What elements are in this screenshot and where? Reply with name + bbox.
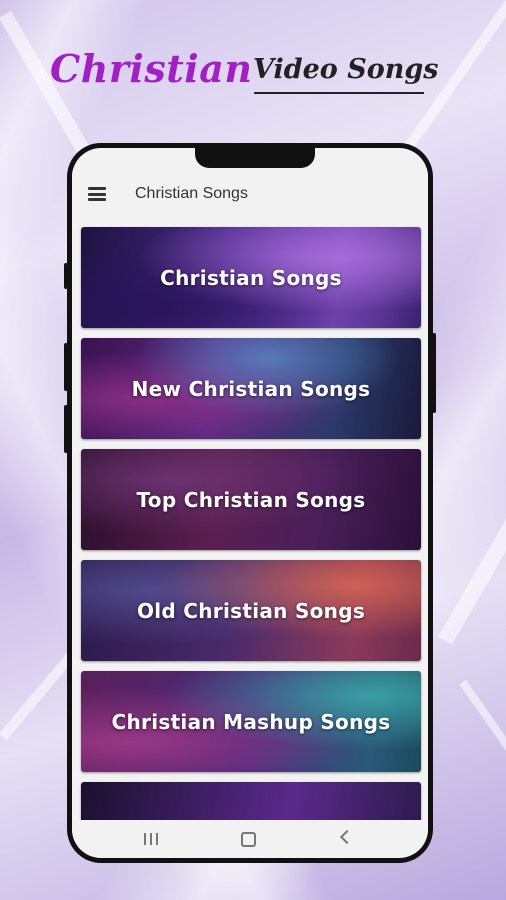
category-card-label: Christian Songs bbox=[160, 265, 342, 290]
back-icon[interactable] bbox=[339, 829, 355, 845]
background-streak bbox=[459, 679, 506, 849]
category-card-old-christian-songs[interactable]: Old Christian Songs bbox=[81, 560, 421, 661]
promo-title-main: Christian bbox=[50, 46, 253, 91]
app-bar: Christian Songs bbox=[72, 168, 428, 220]
category-card-label: New Christian Songs bbox=[131, 376, 371, 401]
category-card-new-christian-songs[interactable]: New Christian Songs bbox=[81, 338, 421, 439]
phone-power-button bbox=[432, 333, 436, 413]
promo-header: Christian Video Songs bbox=[0, 40, 506, 110]
category-card-label: Christian Mashup Songs bbox=[111, 709, 391, 734]
phone-frame: Christian Songs Christian Songs New Chri… bbox=[64, 143, 436, 863]
phone-screen: Christian Songs Christian Songs New Chri… bbox=[72, 148, 428, 858]
category-card-christian-songs[interactable]: Christian Songs bbox=[81, 227, 421, 328]
promo-title-sub: Video Songs bbox=[253, 54, 439, 85]
category-card-christian-mashup-songs[interactable]: Christian Mashup Songs bbox=[81, 671, 421, 772]
phone-notch bbox=[195, 148, 315, 168]
background-streak bbox=[438, 411, 506, 645]
home-icon[interactable] bbox=[241, 832, 256, 847]
system-nav-bar bbox=[72, 820, 428, 858]
category-card-label: Top Christian Songs bbox=[136, 487, 366, 512]
recent-apps-icon[interactable] bbox=[144, 833, 158, 845]
phone-side-button bbox=[64, 263, 68, 289]
promo-title-underline bbox=[254, 92, 424, 94]
category-card-top-christian-songs[interactable]: Top Christian Songs bbox=[81, 449, 421, 550]
app-bar-title: Christian Songs bbox=[135, 185, 248, 202]
hamburger-menu-icon[interactable] bbox=[88, 187, 106, 201]
category-list: Christian Songs New Christian Songs Top … bbox=[81, 227, 421, 858]
category-card-label: Old Christian Songs bbox=[136, 598, 366, 623]
phone-volume-down-button bbox=[64, 405, 68, 453]
phone-volume-up-button bbox=[64, 343, 68, 391]
